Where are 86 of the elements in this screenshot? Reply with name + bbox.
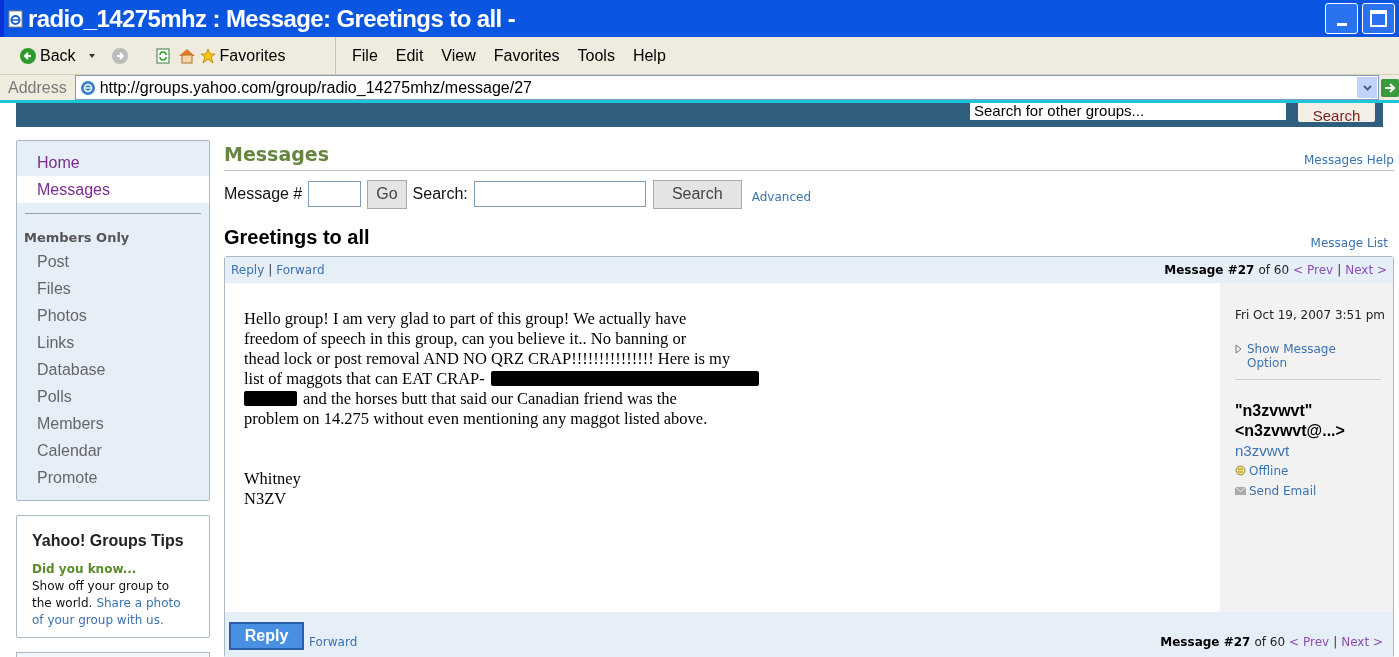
- page-icon: [8, 9, 24, 28]
- nav-link[interactable]: Photos: [17, 301, 209, 329]
- nav-link[interactable]: Database: [17, 355, 209, 383]
- nav-link[interactable]: Post: [17, 247, 209, 275]
- user-id-link[interactable]: n3zvwvt: [1235, 440, 1393, 461]
- share-photo-link[interactable]: Share a photo: [96, 595, 181, 612]
- nav-link[interactable]: Calendar: [17, 436, 209, 464]
- message-count: of 60: [1254, 633, 1286, 651]
- message-number: Message #27: [1164, 261, 1255, 279]
- maximize-button[interactable]: [1362, 3, 1395, 34]
- message-text: thead lock or post removal AND NO QRZ CRAP!!!!!!!!!!!!!!! Here is my: [244, 348, 731, 369]
- message-date: Fri Oct 19, 2007 3:51 pm: [1235, 306, 1386, 324]
- forward-link[interactable]: Forward: [276, 260, 325, 279]
- tips-text: Show off your group to: [32, 578, 170, 595]
- signature-text: N3ZV: [244, 488, 288, 509]
- chevron-down-icon: [1362, 84, 1372, 91]
- message-subject: Greetings to all: [224, 224, 370, 250]
- message-text: problem on 14.275 without even mentioning any maggot listed above.: [244, 408, 708, 429]
- author-name: "n3zvwvt": [1235, 400, 1314, 421]
- message-list-link[interactable]: Message List: [1310, 233, 1388, 252]
- message-text: freedom of speech in this group, can you believe it.. No banning or: [244, 328, 687, 349]
- messages-help-link[interactable]: Messages Help: [1303, 150, 1394, 169]
- status-text: Offline: [1249, 462, 1289, 480]
- prev-link[interactable]: < Prev: [1293, 260, 1334, 279]
- nav-link[interactable]: Polls: [17, 382, 209, 410]
- search-button[interactable]: Search: [1298, 103, 1375, 122]
- prev-link[interactable]: < Prev: [1289, 632, 1330, 651]
- tips-title: Yahoo! Groups Tips: [32, 531, 185, 551]
- next-link[interactable]: Next >: [1345, 260, 1387, 279]
- status-icon: [1235, 465, 1246, 476]
- forward-icon[interactable]: [111, 47, 128, 64]
- search-button[interactable]: Search: [652, 179, 742, 209]
- message-number: Message #27: [1160, 633, 1251, 651]
- separator: |: [1333, 633, 1338, 651]
- nav-link[interactable]: Messages: [17, 176, 209, 203]
- menu-item[interactable]: Tools: [577, 43, 615, 68]
- advanced-link[interactable]: Advanced: [751, 187, 812, 206]
- message-text: and the horses butt that said our Canadian friend was the: [303, 388, 677, 409]
- message-text: list of maggots that can EAT CRAP-: [244, 368, 485, 389]
- menu-item[interactable]: Help: [632, 43, 666, 68]
- triangle-icon: [1235, 343, 1242, 354]
- dropdown-button[interactable]: [1357, 77, 1377, 98]
- message-count: of 60: [1258, 261, 1290, 279]
- page-icon: [79, 79, 96, 96]
- reply-button[interactable]: Reply: [229, 621, 304, 650]
- section-heading: Members Only: [23, 229, 131, 247]
- nav-link[interactable]: Members: [17, 409, 209, 437]
- message-number-field[interactable]: [308, 181, 362, 207]
- star-icon: [199, 47, 216, 64]
- tips-subtitle: Did you know...: [32, 561, 138, 578]
- show-option-link[interactable]: Show Message Option: [1235, 341, 1393, 370]
- minimize-button[interactable]: [1325, 3, 1358, 34]
- tips-text: the world.: [32, 595, 93, 612]
- separator: |: [268, 261, 273, 279]
- menu-item[interactable]: View: [441, 43, 476, 68]
- menu-item[interactable]: Edit: [395, 43, 424, 68]
- next-link[interactable]: Next >: [1341, 632, 1383, 651]
- home-icon[interactable]: [177, 47, 196, 64]
- envelope-icon: [1235, 486, 1246, 495]
- messages-heading: Messages: [224, 142, 330, 167]
- favorites-button[interactable]: Favorites: [199, 43, 286, 68]
- send-email-link[interactable]: Send Email: [1235, 481, 1393, 500]
- group-search-field[interactable]: Search for other groups...: [970, 103, 1286, 120]
- refresh-icon[interactable]: [155, 47, 170, 64]
- redaction-bar: [244, 391, 297, 406]
- dropdown-arrow-icon[interactable]: [87, 52, 96, 59]
- message-search-field[interactable]: [473, 181, 646, 207]
- go-button[interactable]: Go: [367, 179, 407, 209]
- forward-link[interactable]: Forward: [309, 632, 358, 651]
- nav-link[interactable]: Promote: [17, 463, 209, 491]
- reply-link[interactable]: Reply: [231, 260, 265, 279]
- signature-text: Whitney: [244, 468, 302, 489]
- address-field[interactable]: http://groups.yahoo.com/group/radio_14275mhz/message/27: [74, 75, 1379, 100]
- address-label: Address: [7, 77, 68, 98]
- share-photo-link[interactable]: of your group with us.: [32, 612, 164, 629]
- search-label: Search:: [412, 184, 468, 204]
- author-email: <n3zvwvt@...>: [1235, 420, 1346, 441]
- menu-item[interactable]: Favorites: [493, 43, 560, 68]
- message-number-label: Message #: [224, 184, 303, 204]
- back-button[interactable]: Back: [20, 43, 76, 68]
- nav-link[interactable]: Files: [17, 274, 209, 302]
- menu-item[interactable]: File: [352, 43, 378, 68]
- window-title: radio_14275mhz : Message: Greetings to all -: [28, 3, 516, 34]
- nav-link[interactable]: Links: [17, 328, 209, 356]
- separator: |: [1337, 261, 1342, 279]
- message-text: Hello group! I am very glad to part of this group! We actually have: [244, 308, 687, 329]
